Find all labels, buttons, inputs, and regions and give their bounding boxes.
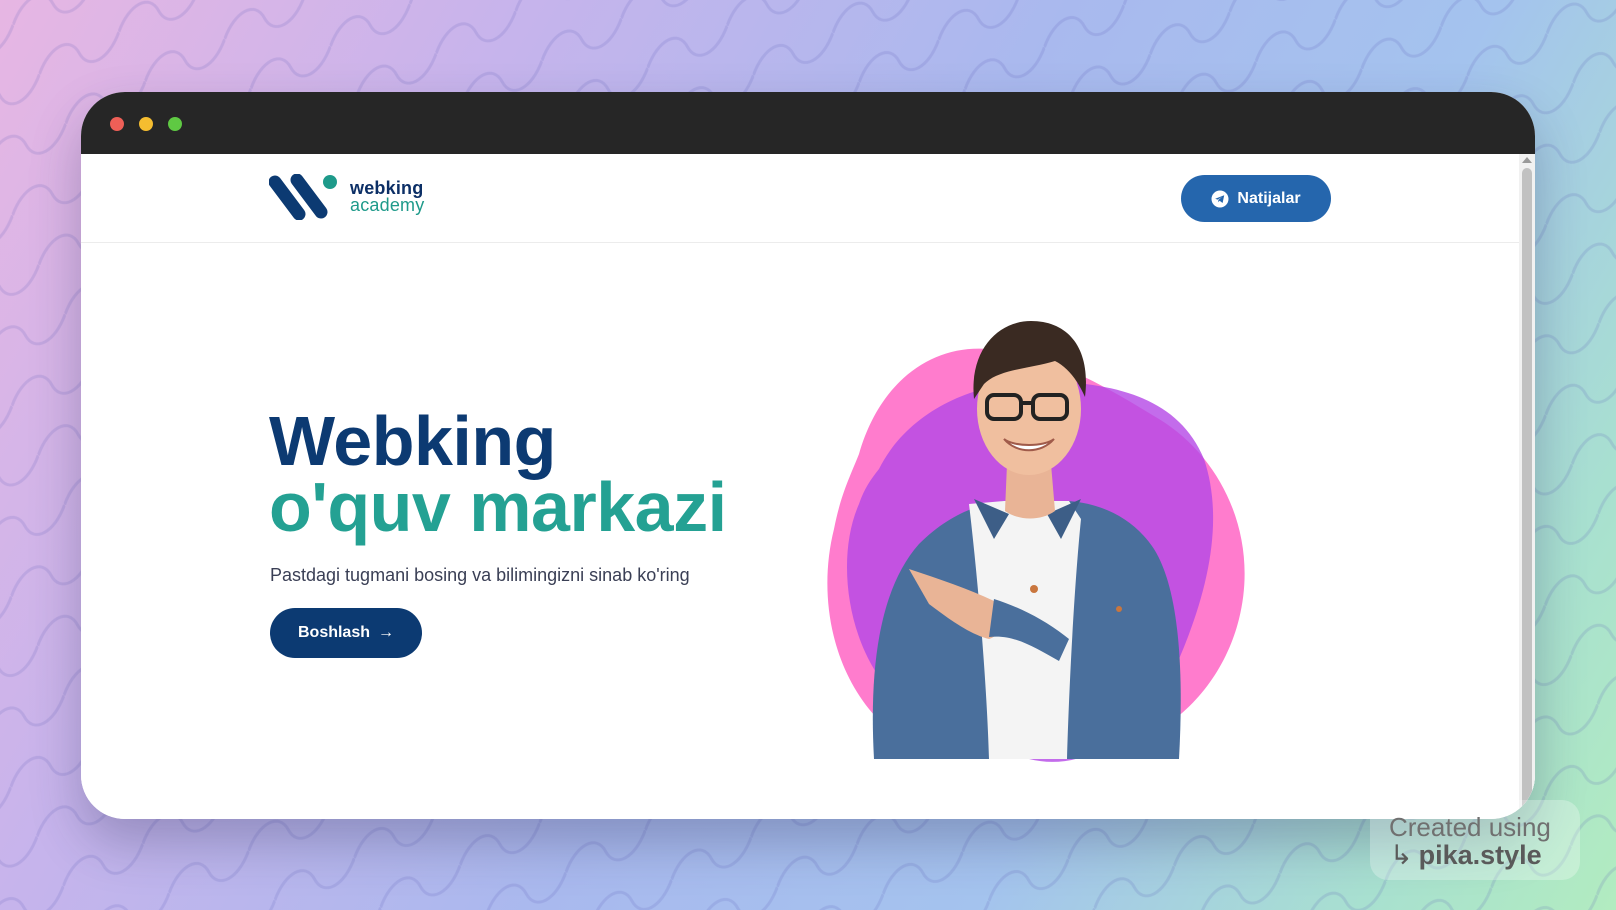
webking-academy-logo[interactable]: webking academy xyxy=(269,174,449,222)
arrow-right-icon: → xyxy=(378,624,394,641)
telegram-icon xyxy=(1211,190,1229,207)
close-window-button[interactable] xyxy=(110,117,124,131)
watermark-line1: Created using xyxy=(1389,812,1551,842)
site-header: webking academy Natijalar xyxy=(81,154,1519,243)
maximize-window-button[interactable] xyxy=(168,117,182,131)
results-button-label: Natijalar xyxy=(1237,189,1301,207)
minimize-window-button[interactable] xyxy=(139,117,153,131)
window-titlebar xyxy=(81,92,1535,154)
results-button[interactable]: Natijalar xyxy=(1181,175,1331,222)
hero-illustration xyxy=(827,321,1245,762)
browser-window: webking academy Natijalar Webking o'quv … xyxy=(81,92,1535,819)
hero-title-secondary: o'quv markazi xyxy=(269,468,727,546)
return-arrow-icon: ↳ xyxy=(1390,840,1413,870)
pika-style-watermark: Created using ↳ pika.style xyxy=(1370,800,1580,880)
page-content: webking academy Natijalar Webking o'quv … xyxy=(81,154,1535,819)
logo-text-academy: academy xyxy=(350,195,425,215)
hero-title-primary: Webking xyxy=(269,402,556,480)
start-button-label: Boshlash xyxy=(297,624,370,641)
watermark-brand: pika.style xyxy=(1418,840,1542,870)
scroll-up-icon[interactable] xyxy=(1522,157,1532,163)
watermark-line2: ↳ pika.style xyxy=(1390,840,1542,871)
webking-logo-icon xyxy=(269,174,337,220)
vertical-scrollbar[interactable] xyxy=(1519,154,1535,819)
start-button[interactable]: Boshlash → xyxy=(270,608,422,658)
scrollbar-thumb[interactable] xyxy=(1522,168,1532,815)
hero-subtitle: Pastdagi tugmani bosing va bilimingizni … xyxy=(270,565,690,585)
